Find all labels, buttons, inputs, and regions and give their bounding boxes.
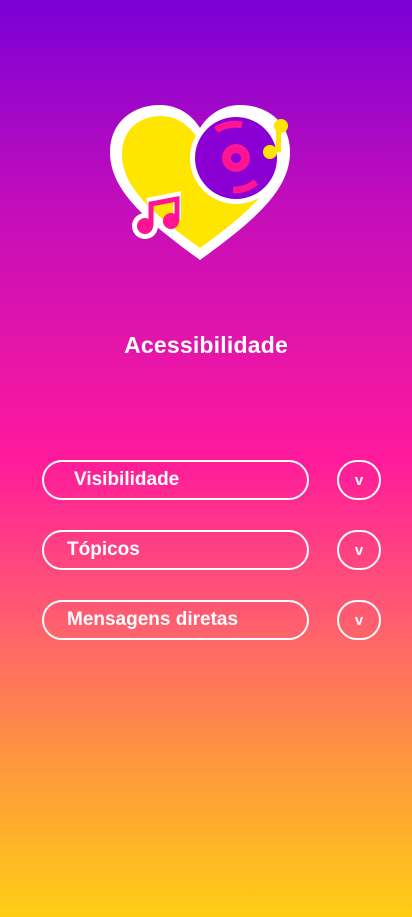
topicos-button[interactable]: Tópicos xyxy=(42,530,309,570)
mensagens-diretas-expand-button[interactable]: v xyxy=(337,600,381,640)
chevron-down-icon: v xyxy=(354,471,364,489)
visibilidade-expand-button[interactable]: v xyxy=(337,460,381,500)
settings-row-visibilidade: Visibilidade v xyxy=(42,460,382,500)
topicos-expand-button[interactable]: v xyxy=(337,530,381,570)
visibilidade-label: Visibilidade xyxy=(74,469,180,490)
settings-row-topicos: Tópicos v xyxy=(42,530,382,570)
settings-row-mensagens-diretas: Mensagens diretas v xyxy=(42,600,382,640)
topicos-label: Tópicos xyxy=(67,539,140,560)
heart-music-icon xyxy=(110,105,290,260)
page-title: Acessibilidade xyxy=(124,332,288,358)
heart-music-logo xyxy=(105,100,295,270)
mensagens-diretas-label: Mensagens diretas xyxy=(67,609,239,630)
chevron-down-icon: v xyxy=(354,611,364,629)
mensagens-diretas-button[interactable]: Mensagens diretas xyxy=(42,600,309,640)
visibilidade-button[interactable]: Visibilidade xyxy=(42,460,309,500)
chevron-down-icon: v xyxy=(354,541,364,559)
